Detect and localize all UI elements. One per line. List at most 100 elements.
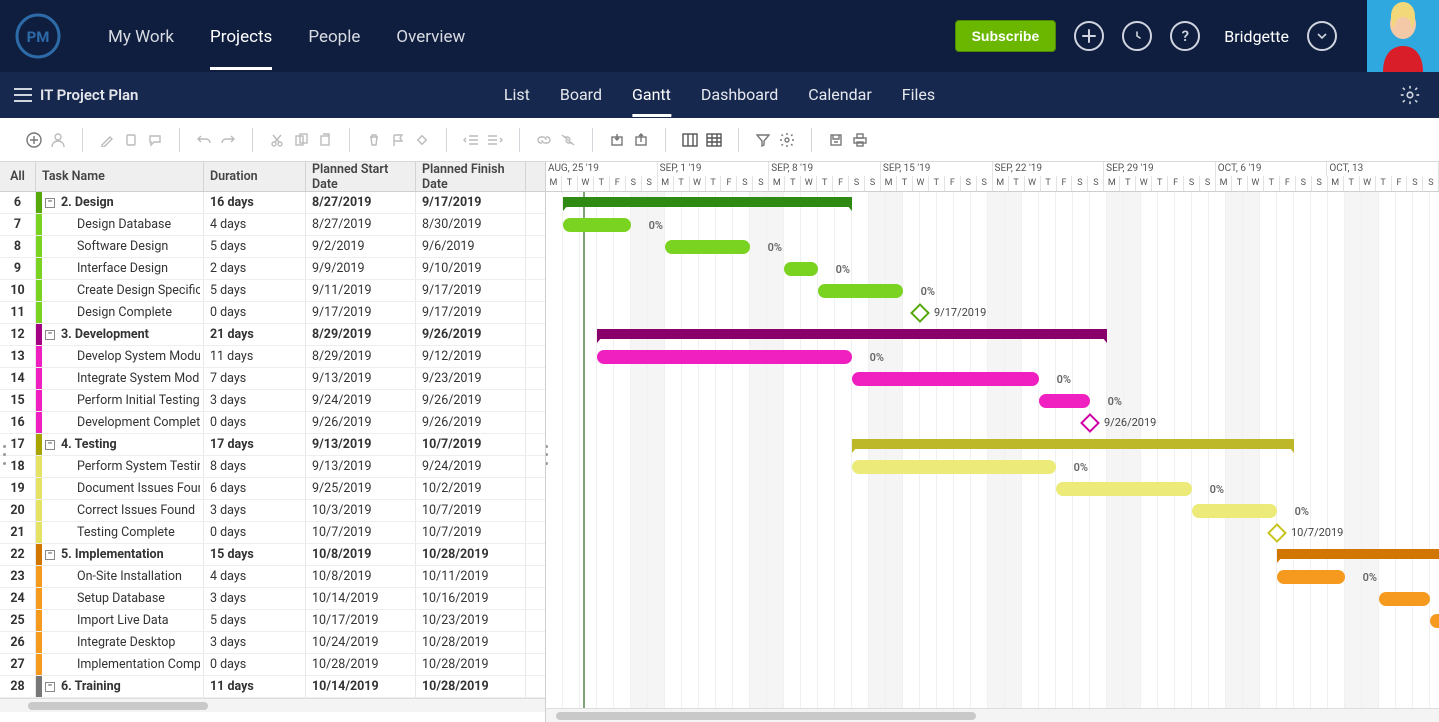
- table-row[interactable]: 6−2. Design16 days8/27/20199/17/2019: [0, 192, 545, 214]
- header-task-name[interactable]: Task Name: [36, 162, 204, 191]
- tab-calendar[interactable]: Calendar: [808, 73, 871, 117]
- paste-icon[interactable]: [291, 130, 311, 150]
- task-bar[interactable]: 0%: [1056, 482, 1192, 496]
- table-row[interactable]: 28−6. Training11 days10/14/201910/28/201…: [0, 676, 545, 698]
- add-icon[interactable]: [1074, 21, 1104, 51]
- avatar[interactable]: [1367, 0, 1439, 72]
- day-label: T: [562, 176, 578, 191]
- gear-icon[interactable]: [1399, 84, 1421, 106]
- milestone-icon[interactable]: [412, 130, 432, 150]
- unlink-icon[interactable]: [558, 130, 578, 150]
- save-icon[interactable]: [826, 130, 846, 150]
- comment-icon[interactable]: [145, 130, 165, 150]
- table-row[interactable]: 24Setup Database3 days10/14/201910/16/20…: [0, 588, 545, 610]
- table-row[interactable]: 8Software Design5 days9/2/20199/6/2019: [0, 236, 545, 258]
- flag-icon[interactable]: [388, 130, 408, 150]
- header-all[interactable]: All: [0, 162, 36, 191]
- summary-bar[interactable]: [563, 197, 852, 207]
- tab-list[interactable]: List: [504, 73, 530, 117]
- task-bar[interactable]: 0%: [563, 218, 631, 232]
- table-row[interactable]: 19Document Issues Found6 days9/25/201910…: [0, 478, 545, 500]
- table-row[interactable]: 18Perform System Testing8 days9/13/20199…: [0, 456, 545, 478]
- collapse-icon[interactable]: −: [45, 440, 55, 450]
- hamburger-icon[interactable]: [14, 88, 32, 102]
- table-row[interactable]: 25Import Live Data5 days10/17/201910/23/…: [0, 610, 545, 632]
- table-row[interactable]: 23On-Site Installation4 days10/8/201910/…: [0, 566, 545, 588]
- cut-icon[interactable]: [267, 130, 287, 150]
- nav-people[interactable]: People: [308, 3, 360, 70]
- settings-icon[interactable]: [777, 130, 797, 150]
- add-task-icon[interactable]: [24, 130, 44, 150]
- export-icon[interactable]: [631, 130, 651, 150]
- table-row[interactable]: 9Interface Design2 days9/9/20199/10/2019: [0, 258, 545, 280]
- collapse-icon[interactable]: −: [45, 550, 55, 560]
- collapse-icon[interactable]: −: [45, 682, 55, 692]
- filter-icon[interactable]: [753, 130, 773, 150]
- duration-cell: 4 days: [204, 566, 306, 587]
- copy-icon[interactable]: [121, 130, 141, 150]
- indent-icon[interactable]: [485, 130, 505, 150]
- tab-dashboard[interactable]: Dashboard: [701, 73, 778, 117]
- table-row[interactable]: 11Design Complete0 days9/17/20199/17/201…: [0, 302, 545, 324]
- task-bar[interactable]: [1379, 592, 1430, 606]
- table-row[interactable]: 26Integrate Desktop3 days10/24/201910/28…: [0, 632, 545, 654]
- tab-board[interactable]: Board: [560, 73, 602, 117]
- summary-bar[interactable]: [597, 329, 1107, 339]
- columns-icon[interactable]: [680, 130, 700, 150]
- grid-h-scrollbar[interactable]: [0, 698, 545, 712]
- timer-icon[interactable]: [1122, 21, 1152, 51]
- edit-icon[interactable]: [97, 130, 117, 150]
- nav-overview[interactable]: Overview: [396, 3, 465, 70]
- subscribe-button[interactable]: Subscribe: [955, 20, 1057, 52]
- redo-icon[interactable]: [218, 130, 238, 150]
- task-bar[interactable]: 0%: [1192, 504, 1277, 518]
- header-planned-finish[interactable]: Planned Finish Date: [416, 162, 526, 191]
- summary-bar[interactable]: [1277, 549, 1439, 559]
- planned-start-cell: 9/13/2019: [306, 456, 416, 477]
- delete-icon[interactable]: [364, 130, 384, 150]
- summary-bar[interactable]: [852, 439, 1294, 449]
- collapse-icon[interactable]: −: [45, 198, 55, 208]
- import-icon[interactable]: [607, 130, 627, 150]
- nav-my-work[interactable]: My Work: [108, 3, 174, 70]
- task-bar[interactable]: 0%: [852, 372, 1039, 386]
- user-menu-chevron-icon[interactable]: [1307, 21, 1337, 51]
- header-duration[interactable]: Duration: [204, 162, 306, 191]
- nav-projects[interactable]: Projects: [210, 3, 272, 70]
- grid-icon[interactable]: [704, 130, 724, 150]
- task-bar[interactable]: 0%: [1039, 394, 1090, 408]
- table-row[interactable]: 12−3. Development21 days8/29/20199/26/20…: [0, 324, 545, 346]
- outdent-icon[interactable]: [461, 130, 481, 150]
- print-icon[interactable]: [850, 130, 870, 150]
- task-bar[interactable]: 0%: [665, 240, 750, 254]
- table-row[interactable]: 22−5. Implementation15 days10/8/201910/2…: [0, 544, 545, 566]
- tab-files[interactable]: Files: [902, 73, 935, 117]
- link-icon[interactable]: [534, 130, 554, 150]
- left-edge-handle[interactable]: [0, 442, 8, 468]
- planned-start-cell: 10/24/2019: [306, 632, 416, 653]
- tab-gantt[interactable]: Gantt: [632, 73, 671, 117]
- task-bar[interactable]: 0%: [784, 262, 818, 276]
- task-bar[interactable]: 0%: [1277, 570, 1345, 584]
- header-planned-start[interactable]: Planned Start Date: [306, 162, 416, 191]
- table-row[interactable]: 14Integrate System Modules7 days9/13/201…: [0, 368, 545, 390]
- table-row[interactable]: 27Implementation Complete0 days10/28/201…: [0, 654, 545, 676]
- task-bar[interactable]: 0%: [852, 460, 1056, 474]
- task-bar[interactable]: [1430, 614, 1439, 628]
- table-row[interactable]: 21Testing Complete0 days10/7/201910/7/20…: [0, 522, 545, 544]
- table-row[interactable]: 16Development Complete0 days9/26/20199/2…: [0, 412, 545, 434]
- table-row[interactable]: 15Perform Initial Testing3 days9/24/2019…: [0, 390, 545, 412]
- task-bar[interactable]: 0%: [818, 284, 903, 298]
- task-bar[interactable]: 0%: [597, 350, 852, 364]
- gantt-h-scrollbar[interactable]: [546, 708, 1439, 722]
- table-row[interactable]: 10Create Design Specificati5 days9/11/20…: [0, 280, 545, 302]
- collapse-icon[interactable]: −: [45, 330, 55, 340]
- table-row[interactable]: 20Correct Issues Found3 days10/3/201910/…: [0, 500, 545, 522]
- table-row[interactable]: 7Design Database4 days8/27/20198/30/2019: [0, 214, 545, 236]
- table-row[interactable]: 17−4. Testing17 days9/13/201910/7/2019: [0, 434, 545, 456]
- help-icon[interactable]: ?: [1170, 21, 1200, 51]
- assign-icon[interactable]: [48, 130, 68, 150]
- table-row[interactable]: 13Develop System Modules11 days8/29/2019…: [0, 346, 545, 368]
- undo-icon[interactable]: [194, 130, 214, 150]
- duplicate-icon[interactable]: [315, 130, 335, 150]
